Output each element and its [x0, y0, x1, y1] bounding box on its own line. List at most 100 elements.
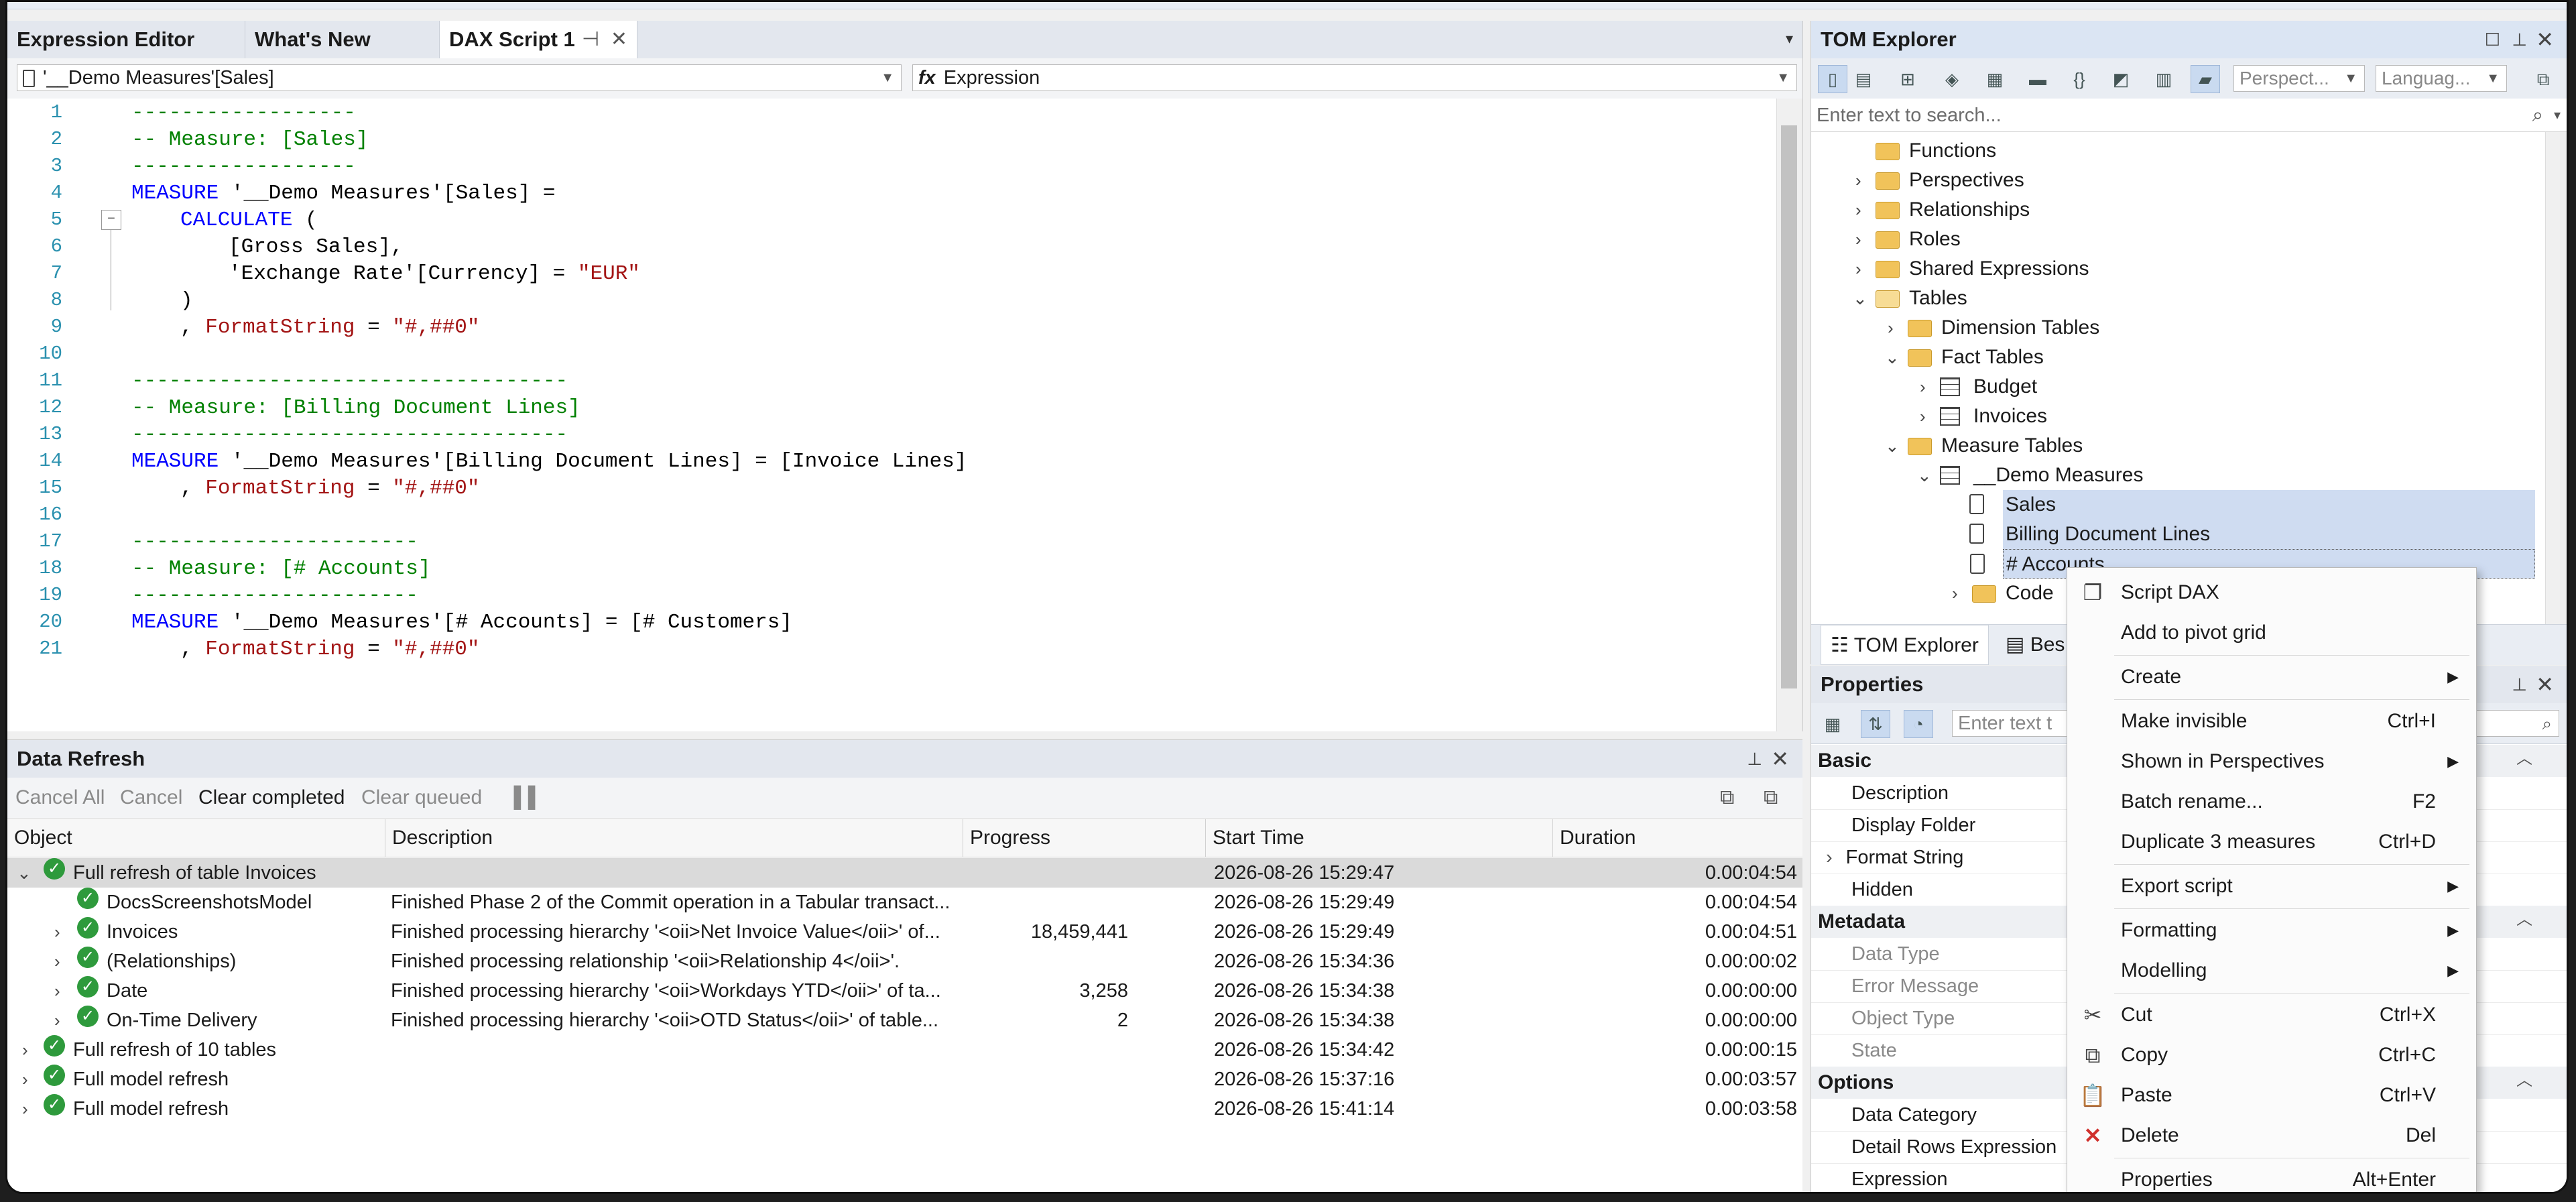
- clear-completed-button[interactable]: Clear completed: [198, 778, 345, 818]
- braces-icon[interactable]: {}: [2065, 65, 2094, 93]
- dock-window-icon[interactable]: ⧉: [1764, 778, 1778, 818]
- fold-toggle-icon[interactable]: −: [101, 210, 121, 230]
- chevron-down-icon[interactable]: ▾: [2554, 99, 2561, 132]
- table-row[interactable]: › ✓ Full refresh of 10 tables 2026-08-26…: [7, 1035, 1802, 1065]
- chevron-down-icon[interactable]: ⌄: [1885, 431, 1900, 461]
- table-row[interactable]: › ✓ Invoices Finished processing hierarc…: [7, 917, 1802, 947]
- menu-item-script-dax[interactable]: ❐ Script DAX: [2067, 573, 2476, 612]
- tree-item-shared-expressions[interactable]: › Shared Expressions: [1811, 254, 2535, 284]
- menu-item-make-invisible[interactable]: Make invisible Ctrl+I: [2067, 702, 2476, 741]
- collapse-metadata-icon[interactable]: ︿: [2516, 906, 2532, 929]
- close-icon[interactable]: ✕: [2536, 21, 2554, 58]
- menu-item-add-to-pivot-grid[interactable]: Add to pivot grid: [2067, 613, 2476, 652]
- cancel-all-button[interactable]: Cancel All: [15, 778, 105, 818]
- table-row[interactable]: ⌄ ✓ Full refresh of table Invoices 2026-…: [7, 858, 1802, 888]
- measures-filter-icon[interactable]: ▯: [1818, 65, 1847, 93]
- menu-item-delete[interactable]: ✕ Delete Del: [2067, 1116, 2476, 1155]
- tree-item-functions[interactable]: Functions: [1811, 136, 2535, 166]
- search-icon[interactable]: ⌕: [2532, 99, 2543, 132]
- tree-item-relationships[interactable]: › Relationships: [1811, 195, 2535, 225]
- menu-item-shown-in-perspectives[interactable]: Shown in Perspectives ▶: [2067, 742, 2476, 781]
- columns-filter-icon[interactable]: ▤: [1849, 65, 1878, 93]
- tree-item-invoices[interactable]: › Invoices: [1811, 402, 2535, 431]
- chevron-right-icon[interactable]: ›: [54, 917, 60, 947]
- cancel-button[interactable]: Cancel: [120, 778, 182, 818]
- chevron-down-icon[interactable]: ⌄: [1885, 343, 1900, 372]
- column-header-object[interactable]: Object: [7, 819, 385, 857]
- folder-icon[interactable]: ▬: [2023, 65, 2052, 93]
- calendar-icon[interactable]: ▦: [1980, 65, 2010, 93]
- tree-item-perspectives[interactable]: › Perspectives: [1811, 166, 2535, 195]
- tree-item-billing-document-lines[interactable]: Billing Document Lines: [1969, 520, 2535, 549]
- code-editor[interactable]: 1 2 3 4 5 6 7 8 9 10 11 12 13 14 15 16 1…: [7, 99, 1777, 731]
- pause-icon[interactable]: ▐▐: [507, 778, 536, 818]
- property-pages-icon[interactable]: ◔: [1904, 710, 1933, 738]
- table-row[interactable]: › ✓ Full model refresh 2026-08-26 15:37:…: [7, 1065, 1802, 1094]
- pin-icon[interactable]: ⊥: [1747, 740, 1762, 778]
- menu-item-export-script[interactable]: Export script ▶: [2067, 867, 2476, 906]
- menu-item-properties[interactable]: Properties Alt+Enter: [2067, 1160, 2476, 1192]
- display-folders-icon[interactable]: ▰: [2191, 65, 2220, 93]
- menu-item-duplicate[interactable]: Duplicate 3 measures Ctrl+D: [2067, 823, 2476, 861]
- column-header-progress[interactable]: Progress: [963, 819, 1206, 857]
- tree-item-dimension-tables[interactable]: › Dimension Tables: [1811, 313, 2535, 343]
- menu-item-modelling[interactable]: Modelling ▶: [2067, 951, 2476, 990]
- table-row[interactable]: › ✓ Full model refresh 2026-08-26 15:41:…: [7, 1094, 1802, 1124]
- tab-best-practice[interactable]: ▤ Bes: [2006, 625, 2065, 665]
- menu-item-copy[interactable]: ⧉ Copy Ctrl+C: [2067, 1036, 2476, 1075]
- column-header-start-time[interactable]: Start Time: [1206, 819, 1553, 857]
- clear-queued-button[interactable]: Clear queued: [361, 778, 482, 818]
- pin-icon[interactable]: ⊥: [2512, 21, 2527, 58]
- property-selector[interactable]: fx Expression ▼: [912, 64, 1797, 91]
- menu-item-formatting[interactable]: Formatting ▶: [2067, 911, 2476, 950]
- tree-item-budget[interactable]: › Budget: [1811, 372, 2535, 402]
- chevron-right-icon[interactable]: ›: [1888, 313, 1894, 343]
- pin-icon[interactable]: ⊥: [2512, 666, 2527, 703]
- collapse-basic-icon[interactable]: ︿: [2516, 745, 2532, 768]
- chevron-down-icon[interactable]: ⌄: [1853, 284, 1867, 313]
- tab-overflow-icon[interactable]: ▾: [1786, 30, 1793, 48]
- tab-dax-script-1[interactable]: DAX Script 1 ⊣ ✕: [440, 21, 637, 58]
- chevron-right-icon[interactable]: ›: [1952, 579, 1958, 608]
- hierarchy-icon[interactable]: ⊞: [1893, 65, 1922, 93]
- chevron-right-icon[interactable]: ›: [1920, 372, 1926, 402]
- tab-tom-explorer[interactable]: ☷ TOM Explorer: [1821, 625, 1989, 665]
- perspective-selector[interactable]: Perspect... ▼: [2233, 65, 2365, 92]
- tab-whats-new[interactable]: What's New: [245, 21, 440, 58]
- scrollbar-thumb[interactable]: [1781, 125, 1797, 688]
- tree-item-fact-tables[interactable]: ⌄ Fact Tables: [1811, 343, 2535, 372]
- object-selector[interactable]: '__Demo Measures'[Sales] ▼: [17, 64, 902, 91]
- hidden-toggle-icon[interactable]: ◩: [2106, 65, 2136, 93]
- chevron-right-icon[interactable]: ›: [22, 1065, 28, 1094]
- chevron-right-icon[interactable]: ›: [1855, 166, 1861, 195]
- tree-scrollbar[interactable]: [2545, 132, 2567, 624]
- collapse-options-icon[interactable]: ︿: [2516, 1067, 2532, 1090]
- close-icon[interactable]: ✕: [611, 28, 627, 50]
- chevron-right-icon[interactable]: ›: [1855, 195, 1861, 225]
- column-header-description[interactable]: Description: [385, 819, 963, 857]
- chevron-right-icon[interactable]: ›: [1855, 225, 1861, 254]
- tree-item-tables[interactable]: ⌄ Tables: [1811, 284, 2535, 313]
- menu-item-paste[interactable]: 📋 Paste Ctrl+V: [2067, 1076, 2476, 1115]
- chevron-right-icon[interactable]: ›: [1811, 847, 1833, 868]
- maximize-icon[interactable]: ☐: [2485, 21, 2500, 58]
- language-selector[interactable]: Languag... ▼: [2376, 65, 2507, 92]
- table-row[interactable]: › ✓ Date Finished processing hierarchy '…: [7, 976, 1802, 1006]
- chevron-right-icon[interactable]: ›: [54, 976, 60, 1006]
- expand-all-icon[interactable]: ⧉: [2528, 65, 2558, 93]
- table-row[interactable]: › ✓ On-Time Delivery Finished processing…: [7, 1006, 1802, 1035]
- close-icon[interactable]: ✕: [2536, 666, 2554, 703]
- chevron-right-icon[interactable]: ›: [1920, 402, 1926, 431]
- tab-expression-editor[interactable]: Expression Editor: [7, 21, 245, 58]
- column-header-duration[interactable]: Duration: [1553, 819, 1802, 857]
- menu-item-batch-rename[interactable]: Batch rename... F2: [2067, 782, 2476, 821]
- tom-search-input[interactable]: Enter text to search... ⌕ ▾: [1811, 99, 2567, 132]
- categorized-view-icon[interactable]: ▦: [1818, 710, 1847, 738]
- chevron-right-icon[interactable]: ›: [22, 1035, 28, 1065]
- sort-alpha-icon[interactable]: ⇅: [1861, 710, 1890, 738]
- chevron-down-icon[interactable]: ⌄: [17, 858, 32, 888]
- tree-item-demo-measures[interactable]: ⌄ __Demo Measures: [1811, 461, 2535, 490]
- menu-item-cut[interactable]: ✂ Cut Ctrl+X: [2067, 996, 2476, 1034]
- chevron-right-icon[interactable]: ›: [54, 947, 60, 976]
- partition-icon[interactable]: ◈: [1937, 65, 1967, 93]
